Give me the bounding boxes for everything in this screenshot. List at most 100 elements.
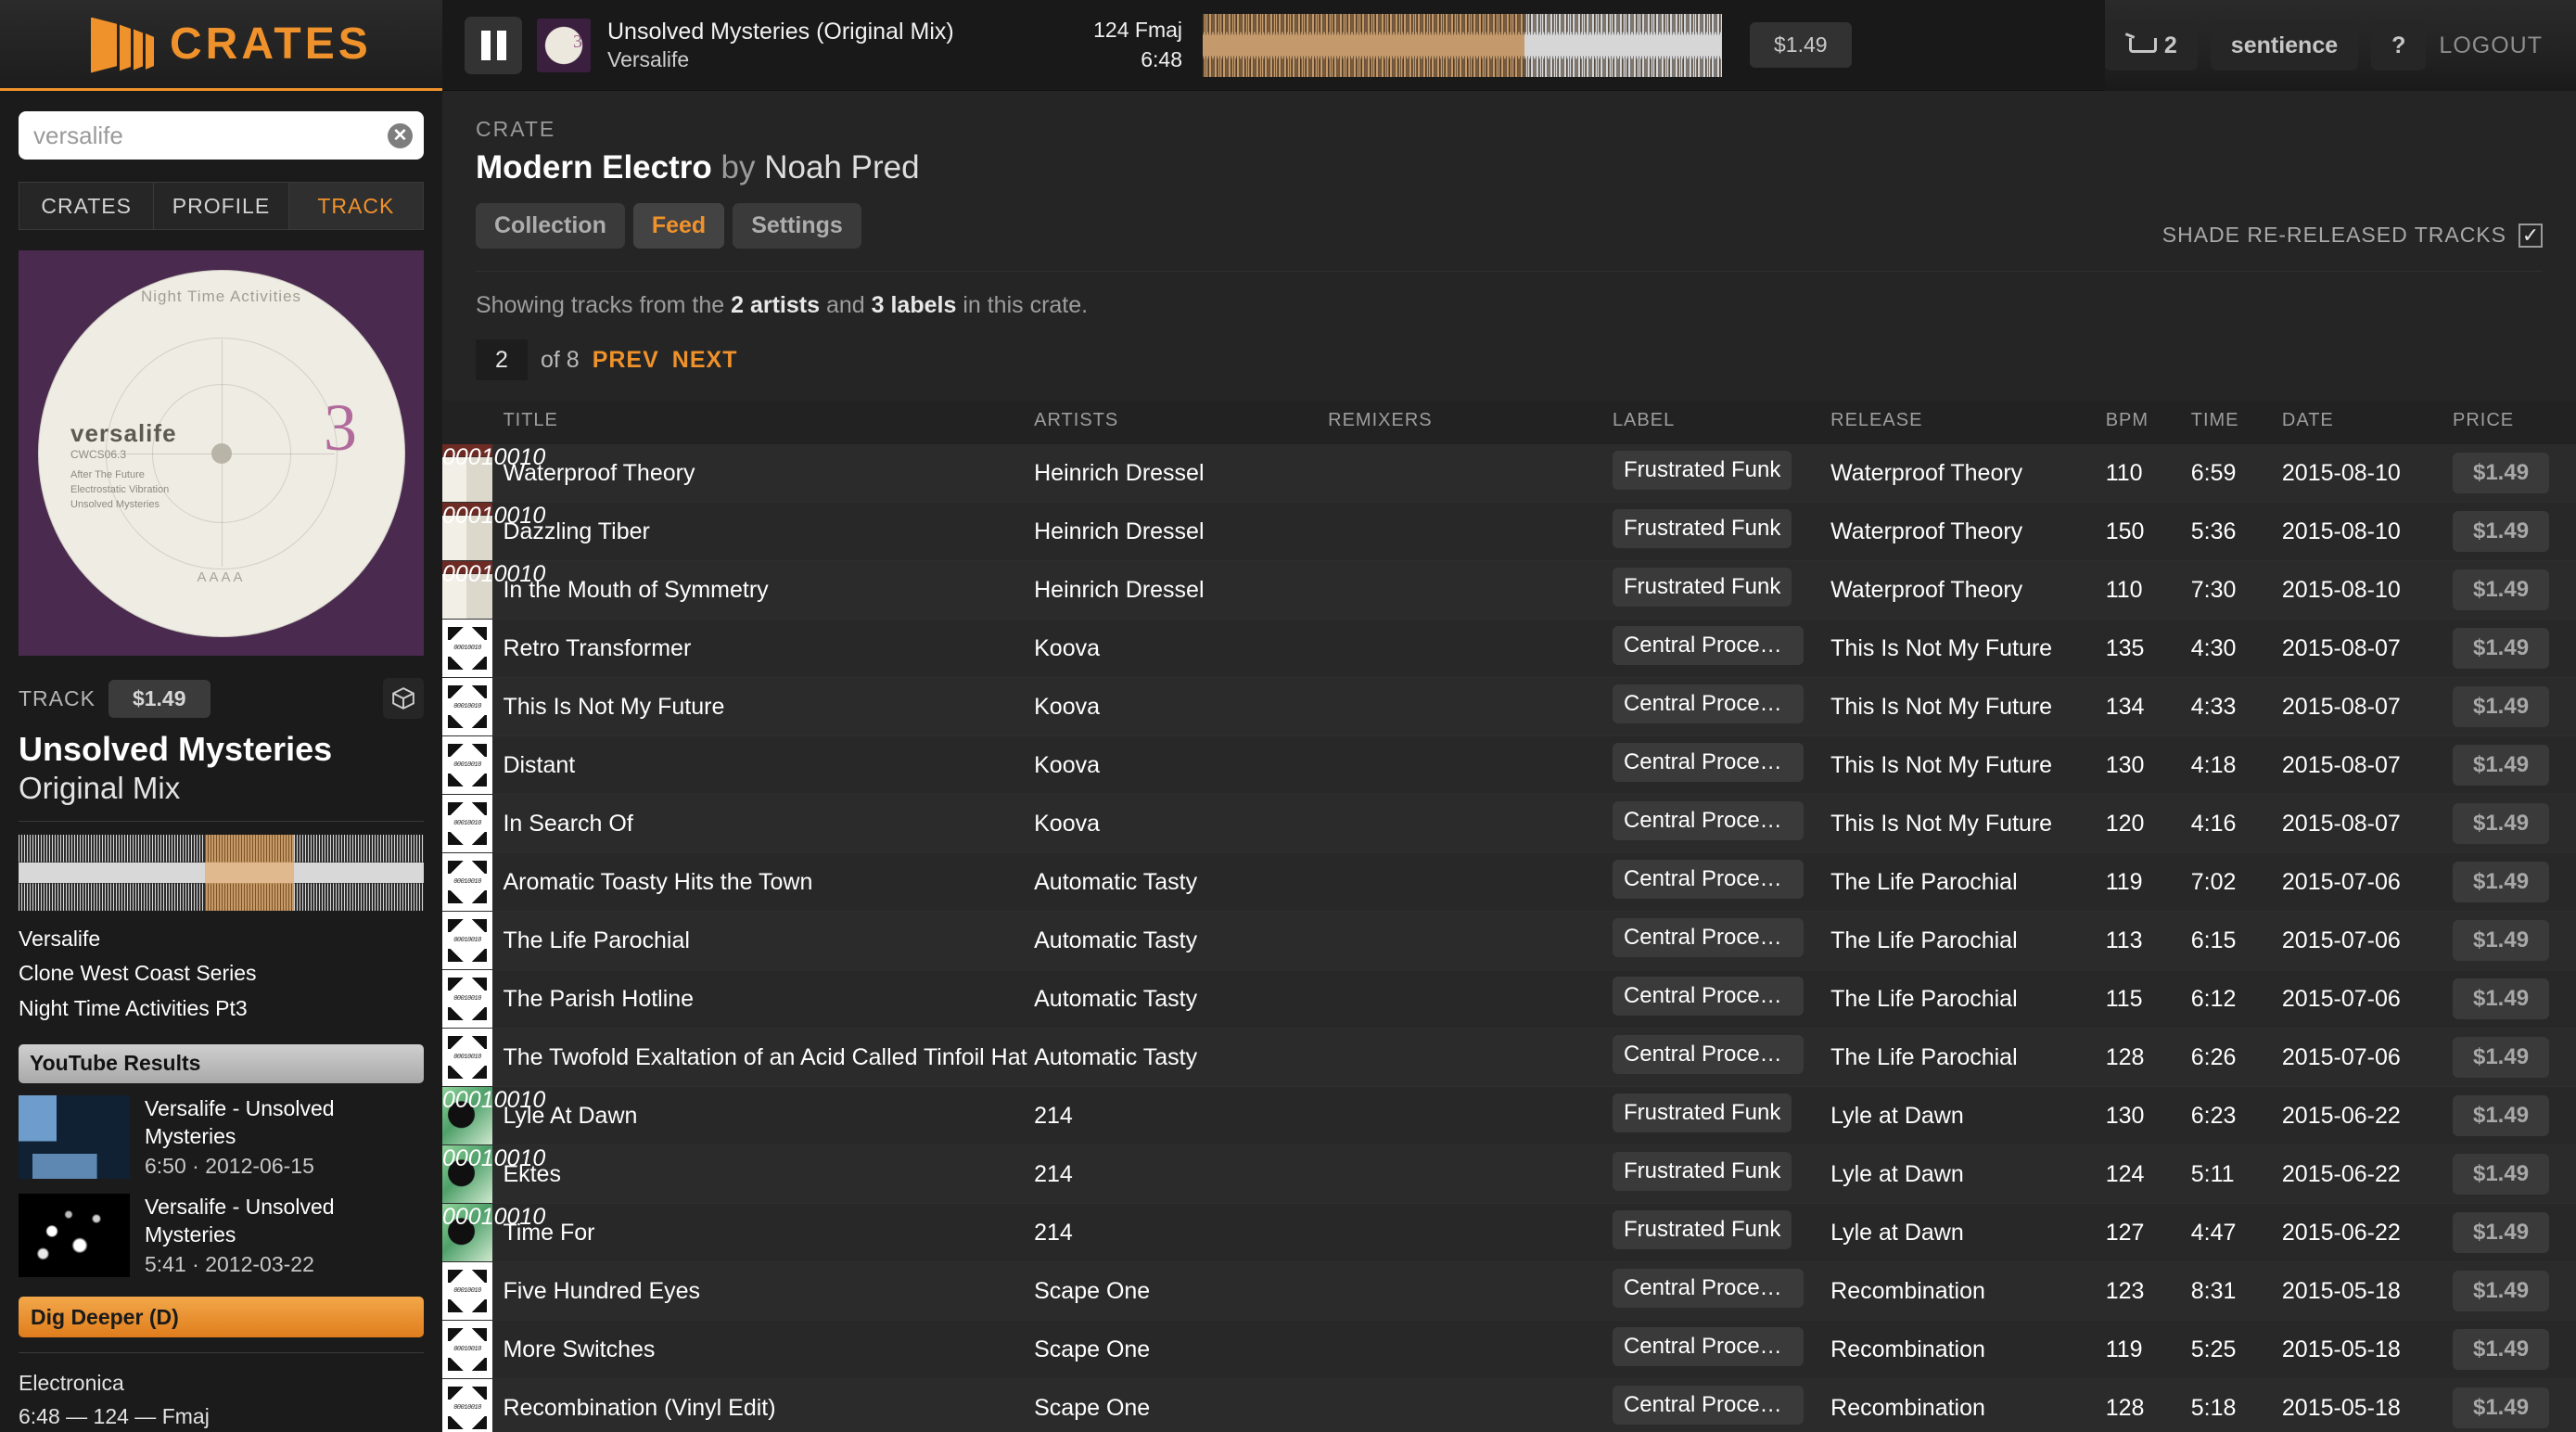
row-artists[interactable]: 214 xyxy=(1034,1145,1328,1204)
buy-price-button[interactable]: $1.49 xyxy=(2452,1095,2550,1136)
buy-price-button[interactable]: $1.49 xyxy=(2452,511,2550,552)
row-title[interactable]: The Twofold Exaltation of an Acid Called… xyxy=(503,1029,1034,1087)
shade-rereleased-checkbox[interactable]: ✓ xyxy=(2519,223,2543,248)
row-thumbnail-cell[interactable]: 00010010 xyxy=(442,678,503,736)
row-title[interactable]: Waterproof Theory xyxy=(503,444,1034,503)
row-release[interactable]: Lyle at Dawn xyxy=(1830,1145,2106,1204)
table-row[interactable]: 00010010 More Switches Scape One Central Pr… xyxy=(442,1320,2576,1379)
now-playing-price-button[interactable]: $1.49 xyxy=(1750,22,1852,68)
row-thumbnail-cell[interactable]: 00010010 xyxy=(442,503,545,561)
label-pill[interactable]: Frustrated Funk xyxy=(1612,1209,1792,1249)
prev-page-button[interactable]: PREV xyxy=(593,347,659,374)
col-artists[interactable]: ARTISTS xyxy=(1034,401,1329,444)
row-release[interactable]: This Is Not My Future xyxy=(1830,678,2106,736)
row-artists[interactable]: 214 xyxy=(1034,1204,1328,1262)
buy-price-button[interactable]: $1.49 xyxy=(2452,1329,2550,1370)
label-pill[interactable]: Frustrated Funk xyxy=(1612,1151,1792,1191)
row-thumbnail-cell[interactable]: 00010010 xyxy=(442,1145,545,1204)
row-artists[interactable]: Heinrich Dressel xyxy=(1034,561,1328,620)
row-release[interactable]: The Life Parochial xyxy=(1830,1029,2106,1087)
tab-profile[interactable]: PROFILE xyxy=(154,182,289,230)
logout-link[interactable]: LOGOUT xyxy=(2439,32,2543,59)
username-button[interactable]: sentience xyxy=(2210,20,2359,70)
row-artists[interactable]: Automatic Tasty xyxy=(1034,912,1328,970)
row-thumbnail-cell[interactable]: 00010010 xyxy=(442,970,503,1029)
table-row[interactable]: 00010010 The Life Parochial Automatic Tast… xyxy=(442,911,2576,970)
table-row[interactable]: 00010010 The Parish Hotline Automatic Tast… xyxy=(442,969,2576,1029)
row-artists[interactable]: Koova xyxy=(1034,620,1328,678)
label-pill[interactable]: Frustrated Funk xyxy=(1612,567,1792,607)
row-thumbnail-cell[interactable]: 00010010 xyxy=(442,1321,503,1379)
row-title[interactable]: Distant xyxy=(503,736,1034,795)
help-button[interactable]: ? xyxy=(2371,20,2427,70)
table-row[interactable]: 00010010 In the Mouth of Symmetry Heinrich… xyxy=(442,560,2576,620)
label-pill[interactable]: Central Processi… xyxy=(1612,1385,1804,1425)
row-thumbnail-cell[interactable]: 00010010 xyxy=(442,1379,503,1432)
row-release[interactable]: Recombination xyxy=(1830,1379,2106,1432)
col-release[interactable]: RELEASE xyxy=(1830,401,2106,444)
label-pill[interactable]: Frustrated Funk xyxy=(1612,450,1792,490)
row-thumbnail-cell[interactable]: 00010010 xyxy=(442,1204,545,1262)
row-release[interactable]: The Life Parochial xyxy=(1830,853,2106,912)
buy-price-button[interactable]: $1.49 xyxy=(2452,920,2550,961)
row-title[interactable]: Retro Transformer xyxy=(503,620,1034,678)
buy-price-button[interactable]: $1.49 xyxy=(2452,628,2550,669)
buy-price-button[interactable]: $1.49 xyxy=(2452,1387,2550,1428)
buy-price-button[interactable]: $1.49 xyxy=(2452,1037,2550,1078)
close-icon[interactable]: ✕ xyxy=(388,123,413,148)
tab-settings[interactable]: Settings xyxy=(733,203,861,249)
pause-icon[interactable] xyxy=(465,16,522,74)
row-thumbnail-cell[interactable]: 00010010 xyxy=(442,1029,503,1087)
row-release[interactable]: Waterproof Theory xyxy=(1830,561,2106,620)
label-pill[interactable]: Central Processi… xyxy=(1612,1326,1804,1366)
row-release[interactable]: Waterproof Theory xyxy=(1830,503,2106,561)
crate-owner[interactable]: Noah Pred xyxy=(764,149,919,185)
next-page-button[interactable]: NEXT xyxy=(672,347,738,374)
row-title[interactable]: More Switches xyxy=(503,1321,1034,1379)
page-number[interactable]: 2 xyxy=(476,339,528,380)
col-label[interactable]: LABEL xyxy=(1612,401,1831,444)
now-playing-artwork[interactable] xyxy=(537,18,591,72)
row-thumbnail-cell[interactable]: 00010010 xyxy=(442,912,503,970)
brand-logo-area[interactable]: CRATES xyxy=(0,0,442,91)
row-artists[interactable]: Koova xyxy=(1034,795,1328,853)
row-artists[interactable]: Automatic Tasty xyxy=(1034,853,1328,912)
row-title[interactable]: In Search Of xyxy=(503,795,1034,853)
youtube-result-item[interactable]: Versalife - Unsolved Mysteries 5:41 · 20… xyxy=(19,1193,424,1280)
col-remixers[interactable]: REMIXERS xyxy=(1328,401,1613,444)
label-pill[interactable]: Central Processi… xyxy=(1612,976,1804,1016)
row-release[interactable]: Waterproof Theory xyxy=(1830,444,2106,503)
row-artists[interactable]: Koova xyxy=(1034,678,1328,736)
col-price[interactable]: PRICE xyxy=(2452,401,2576,444)
buy-price-button[interactable]: $1.49 xyxy=(2452,978,2550,1019)
row-thumbnail-cell[interactable]: 00010010 xyxy=(442,444,545,503)
track-price-button[interactable]: $1.49 xyxy=(108,679,210,718)
label-pill[interactable]: Central Processi… xyxy=(1612,800,1804,840)
label-pill[interactable]: Frustrated Funk xyxy=(1612,1093,1792,1132)
youtube-result-item[interactable]: Versalife - Unsolved Mysteries 6:50 · 20… xyxy=(19,1094,424,1182)
buy-price-button[interactable]: $1.49 xyxy=(2452,569,2550,610)
row-release[interactable]: Lyle at Dawn xyxy=(1830,1087,2106,1145)
table-row[interactable]: 00010010 Waterproof Theory Heinrich Dresse… xyxy=(442,444,2576,503)
col-bpm[interactable]: BPM xyxy=(2105,401,2191,444)
release-artwork[interactable]: Night Time Activities versalife CWCS06.3… xyxy=(19,250,424,656)
row-title[interactable]: The Life Parochial xyxy=(503,912,1034,970)
label-pill[interactable]: Central Processi… xyxy=(1612,859,1804,899)
row-release[interactable]: This Is Not My Future xyxy=(1830,795,2106,853)
cart-button[interactable]: 2 xyxy=(2104,20,2198,70)
row-thumbnail-cell[interactable]: 00010010 xyxy=(442,1087,545,1145)
row-artists[interactable]: 214 xyxy=(1034,1087,1328,1145)
row-thumbnail-cell[interactable]: 00010010 xyxy=(442,620,503,678)
row-artists[interactable]: Scape One xyxy=(1034,1321,1328,1379)
label-pill[interactable]: Central Processi… xyxy=(1612,917,1804,957)
label-pill[interactable]: Central Processi… xyxy=(1612,1268,1804,1308)
box-icon[interactable] xyxy=(383,678,424,719)
row-thumbnail-cell[interactable]: 00010010 xyxy=(442,853,503,912)
row-title[interactable]: This Is Not My Future xyxy=(503,678,1034,736)
row-artists[interactable]: Automatic Tasty xyxy=(1034,970,1328,1029)
row-release[interactable]: This Is Not My Future xyxy=(1830,620,2106,678)
table-row[interactable]: 00010010 Time For 214 Frustrated Funk Lyle a… xyxy=(442,1203,2576,1262)
row-title[interactable]: In the Mouth of Symmetry xyxy=(503,561,1034,620)
now-playing-waveform[interactable] xyxy=(1203,13,1722,77)
row-title[interactable]: Lyle At Dawn xyxy=(503,1087,1034,1145)
